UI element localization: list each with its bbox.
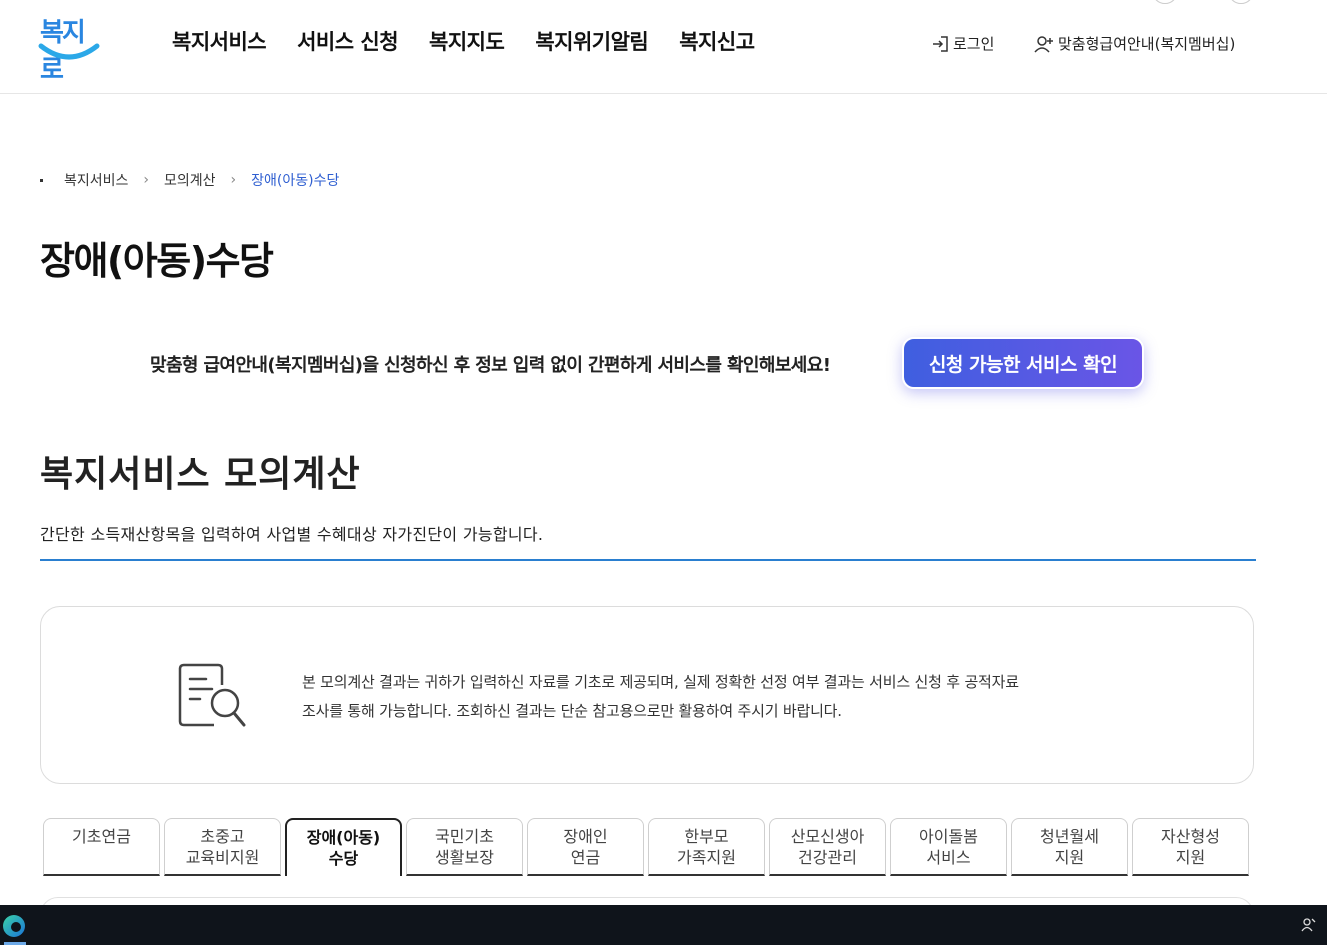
nav-crisis-alert[interactable]: 복지위기알림 bbox=[535, 26, 648, 56]
breadcrumb-item[interactable]: 복지서비스 bbox=[64, 170, 128, 190]
login-label: 로그인 bbox=[953, 35, 995, 53]
nav-welfare-services[interactable]: 복지서비스 bbox=[172, 26, 267, 56]
logo[interactable]: 복지로 bbox=[38, 12, 102, 85]
tab-label: 연금 bbox=[570, 847, 601, 867]
tab-label: 장애(아동) bbox=[306, 828, 381, 847]
logo-smile-icon bbox=[38, 43, 100, 60]
tab-label: 생활보장 bbox=[435, 847, 494, 867]
membership-link[interactable]: 맞춤형급여안내(복지멤버십) bbox=[1034, 33, 1235, 54]
user-plus-icon bbox=[1034, 35, 1053, 53]
tab-youth-rent-support[interactable]: 청년월세 지원 bbox=[1011, 818, 1128, 876]
os-taskbar bbox=[0, 905, 1327, 945]
tab-label: 지원 bbox=[1175, 847, 1206, 867]
people-icon[interactable] bbox=[1301, 917, 1317, 933]
tab-label: 한부모 bbox=[684, 826, 729, 846]
section-title: 복지서비스 모의계산 bbox=[40, 454, 361, 495]
tab-label: 자산형성 bbox=[1161, 826, 1220, 846]
tab-label: 청년월세 bbox=[1040, 826, 1099, 846]
breadcrumb-home-dot bbox=[40, 178, 43, 182]
breadcrumb-current[interactable]: 장애(아동)수당 bbox=[251, 170, 339, 190]
notice-text: 본 모의계산 결과는 귀하가 입력하신 자료를 기초로 제공되며, 실제 정확한… bbox=[302, 668, 1102, 726]
site-header: 복지로 복지서비스 서비스 신청 복지지도 복지위기알림 복지신고 로그인 맞춤… bbox=[0, 0, 1327, 94]
tab-label: 국민기초 bbox=[435, 826, 494, 846]
nav-welfare-map[interactable]: 복지지도 bbox=[429, 26, 505, 56]
tab-basic-pension[interactable]: 기초연금 bbox=[43, 818, 160, 876]
tab-label: 건강관리 bbox=[798, 847, 857, 867]
page-title: 장애(아동)수당 bbox=[40, 239, 274, 283]
edge-browser-icon[interactable] bbox=[0, 909, 30, 945]
section-description: 간단한 소득재산항목을 입력하여 사업별 수혜대상 자가진단이 가능합니다. bbox=[40, 525, 544, 544]
main-nav: 복지서비스 서비스 신청 복지지도 복지위기알림 복지신고 bbox=[172, 26, 786, 56]
tab-single-parent-support[interactable]: 한부모 가족지원 bbox=[648, 818, 765, 876]
notice-box: 본 모의계산 결과는 귀하가 입력하신 자료를 기초로 제공되며, 실제 정확한… bbox=[40, 606, 1254, 784]
nav-welfare-report[interactable]: 복지신고 bbox=[679, 26, 755, 56]
tab-label: 기초연금 bbox=[72, 826, 131, 846]
tab-label: 초중고 bbox=[200, 826, 245, 846]
tab-disability-pension[interactable]: 장애인 연금 bbox=[527, 818, 644, 876]
login-arrow-icon bbox=[933, 35, 948, 52]
chevron-right-icon: › bbox=[143, 172, 150, 188]
section-divider bbox=[40, 559, 1256, 561]
top-decoration bbox=[1228, 0, 1254, 4]
notice-line: 본 모의계산 결과는 귀하가 입력하신 자료를 기초로 제공되며, 실제 정확한… bbox=[302, 673, 1019, 691]
promo-text: 맞춤형 급여안내(복지멤버십)을 신청하신 후 정보 입력 없이 간편하게 서비… bbox=[150, 355, 831, 376]
tab-label: 서비스 bbox=[926, 847, 971, 867]
tab-childcare-service[interactable]: 아이돌봄 서비스 bbox=[890, 818, 1007, 876]
membership-label: 맞춤형급여안내(복지멤버십) bbox=[1058, 35, 1236, 53]
tab-label: 장애인 bbox=[563, 826, 608, 846]
tab-maternal-newborn-care[interactable]: 산모신생아 건강관리 bbox=[769, 818, 886, 876]
top-decoration bbox=[1152, 0, 1178, 4]
breadcrumb: 복지서비스 › 모의계산 › 장애(아동)수당 bbox=[40, 170, 339, 190]
tab-label: 교육비지원 bbox=[185, 847, 260, 867]
chevron-right-icon: › bbox=[230, 172, 237, 188]
notice-line: 조사를 통해 가능합니다. 조회하신 결과는 단순 참고용으로만 활용하여 주시… bbox=[302, 702, 842, 720]
calculator-tabs: 기초연금 초중고 교육비지원 장애(아동) 수당 국민기초 생활보장 장애인 연… bbox=[43, 818, 1253, 876]
tab-school-education-support[interactable]: 초중고 교육비지원 bbox=[164, 818, 281, 876]
tab-asset-building-support[interactable]: 자산형성 지원 bbox=[1132, 818, 1249, 876]
tab-label: 아이돌봄 bbox=[919, 826, 978, 846]
tab-label: 가족지원 bbox=[677, 847, 736, 867]
tab-basic-livelihood[interactable]: 국민기초 생활보장 bbox=[406, 818, 523, 876]
login-link[interactable]: 로그인 bbox=[931, 33, 994, 54]
nav-service-apply[interactable]: 서비스 신청 bbox=[297, 26, 398, 56]
breadcrumb-item[interactable]: 모의계산 bbox=[164, 170, 216, 190]
tab-label: 수당 bbox=[328, 849, 359, 868]
tab-label: 지원 bbox=[1054, 847, 1085, 867]
tab-label: 산모신생아 bbox=[790, 826, 865, 846]
document-search-icon bbox=[178, 663, 246, 727]
check-available-services-button[interactable]: 신청 가능한 서비스 확인 bbox=[902, 337, 1144, 389]
tab-disability-child-allowance[interactable]: 장애(아동) 수당 bbox=[285, 818, 402, 876]
